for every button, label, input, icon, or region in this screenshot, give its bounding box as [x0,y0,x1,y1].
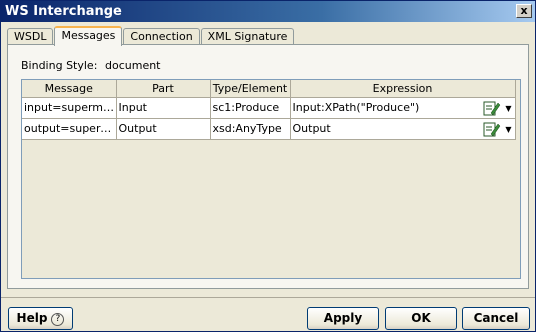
button-bar [1,297,535,298]
column-header-expression[interactable]: Expression [290,80,516,98]
cancel-button[interactable]: Cancel [462,307,530,330]
expression-editor-icon[interactable] [483,100,501,116]
table-header-row: Message Part Type/Element Expression [22,80,516,98]
cell-type[interactable]: sc1:Produce [210,97,291,119]
help-icon: ? [51,313,65,326]
column-header-message[interactable]: Message [22,80,117,98]
expression-editor-icon[interactable] [483,121,501,137]
title-bar: WS Interchange x [1,1,535,22]
table-row[interactable]: output=supermar... Output xsd:AnyType Ou… [22,118,516,140]
messages-table: Message Part Type/Element Expression inp… [21,79,521,279]
binding-style-label: Binding Style: [21,59,98,72]
help-label: Help [16,311,48,325]
dialog-window: WS Interchange x WSDL Messages Connectio… [0,0,536,332]
window-title: WS Interchange [5,4,122,19]
messages-panel: Binding Style: document Message Part Typ… [7,44,529,289]
expression-text: Input:XPath("Produce") [292,101,420,114]
column-header-part[interactable]: Part [116,80,211,98]
expression-text: Output [292,122,331,135]
cell-expression[interactable]: Input:XPath("Produce") ▼ [290,97,516,119]
cell-part[interactable]: Input [116,97,211,119]
binding-style-value: document [105,59,161,72]
chevron-down-icon[interactable]: ▼ [505,104,511,113]
apply-button[interactable]: Apply [307,307,379,330]
cell-part[interactable]: Output [116,118,211,140]
column-header-type[interactable]: Type/Element [210,80,291,98]
cell-expression[interactable]: Output ▼ [290,118,516,140]
cell-type[interactable]: xsd:AnyType [210,118,291,140]
cell-message[interactable]: input=supermark... [22,97,117,119]
ok-button[interactable]: OK [385,307,457,330]
binding-style-row: Binding Style: document [21,59,161,72]
tab-messages[interactable]: Messages [54,26,123,46]
table-row[interactable]: input=supermark... Input sc1:Produce Inp… [22,97,516,119]
help-button[interactable]: Help? [8,307,73,330]
tab-strip: WSDL Messages Connection XML Signature [7,26,295,46]
cell-message[interactable]: output=supermar... [22,118,117,140]
close-button[interactable]: x [516,4,532,18]
chevron-down-icon[interactable]: ▼ [505,125,511,134]
